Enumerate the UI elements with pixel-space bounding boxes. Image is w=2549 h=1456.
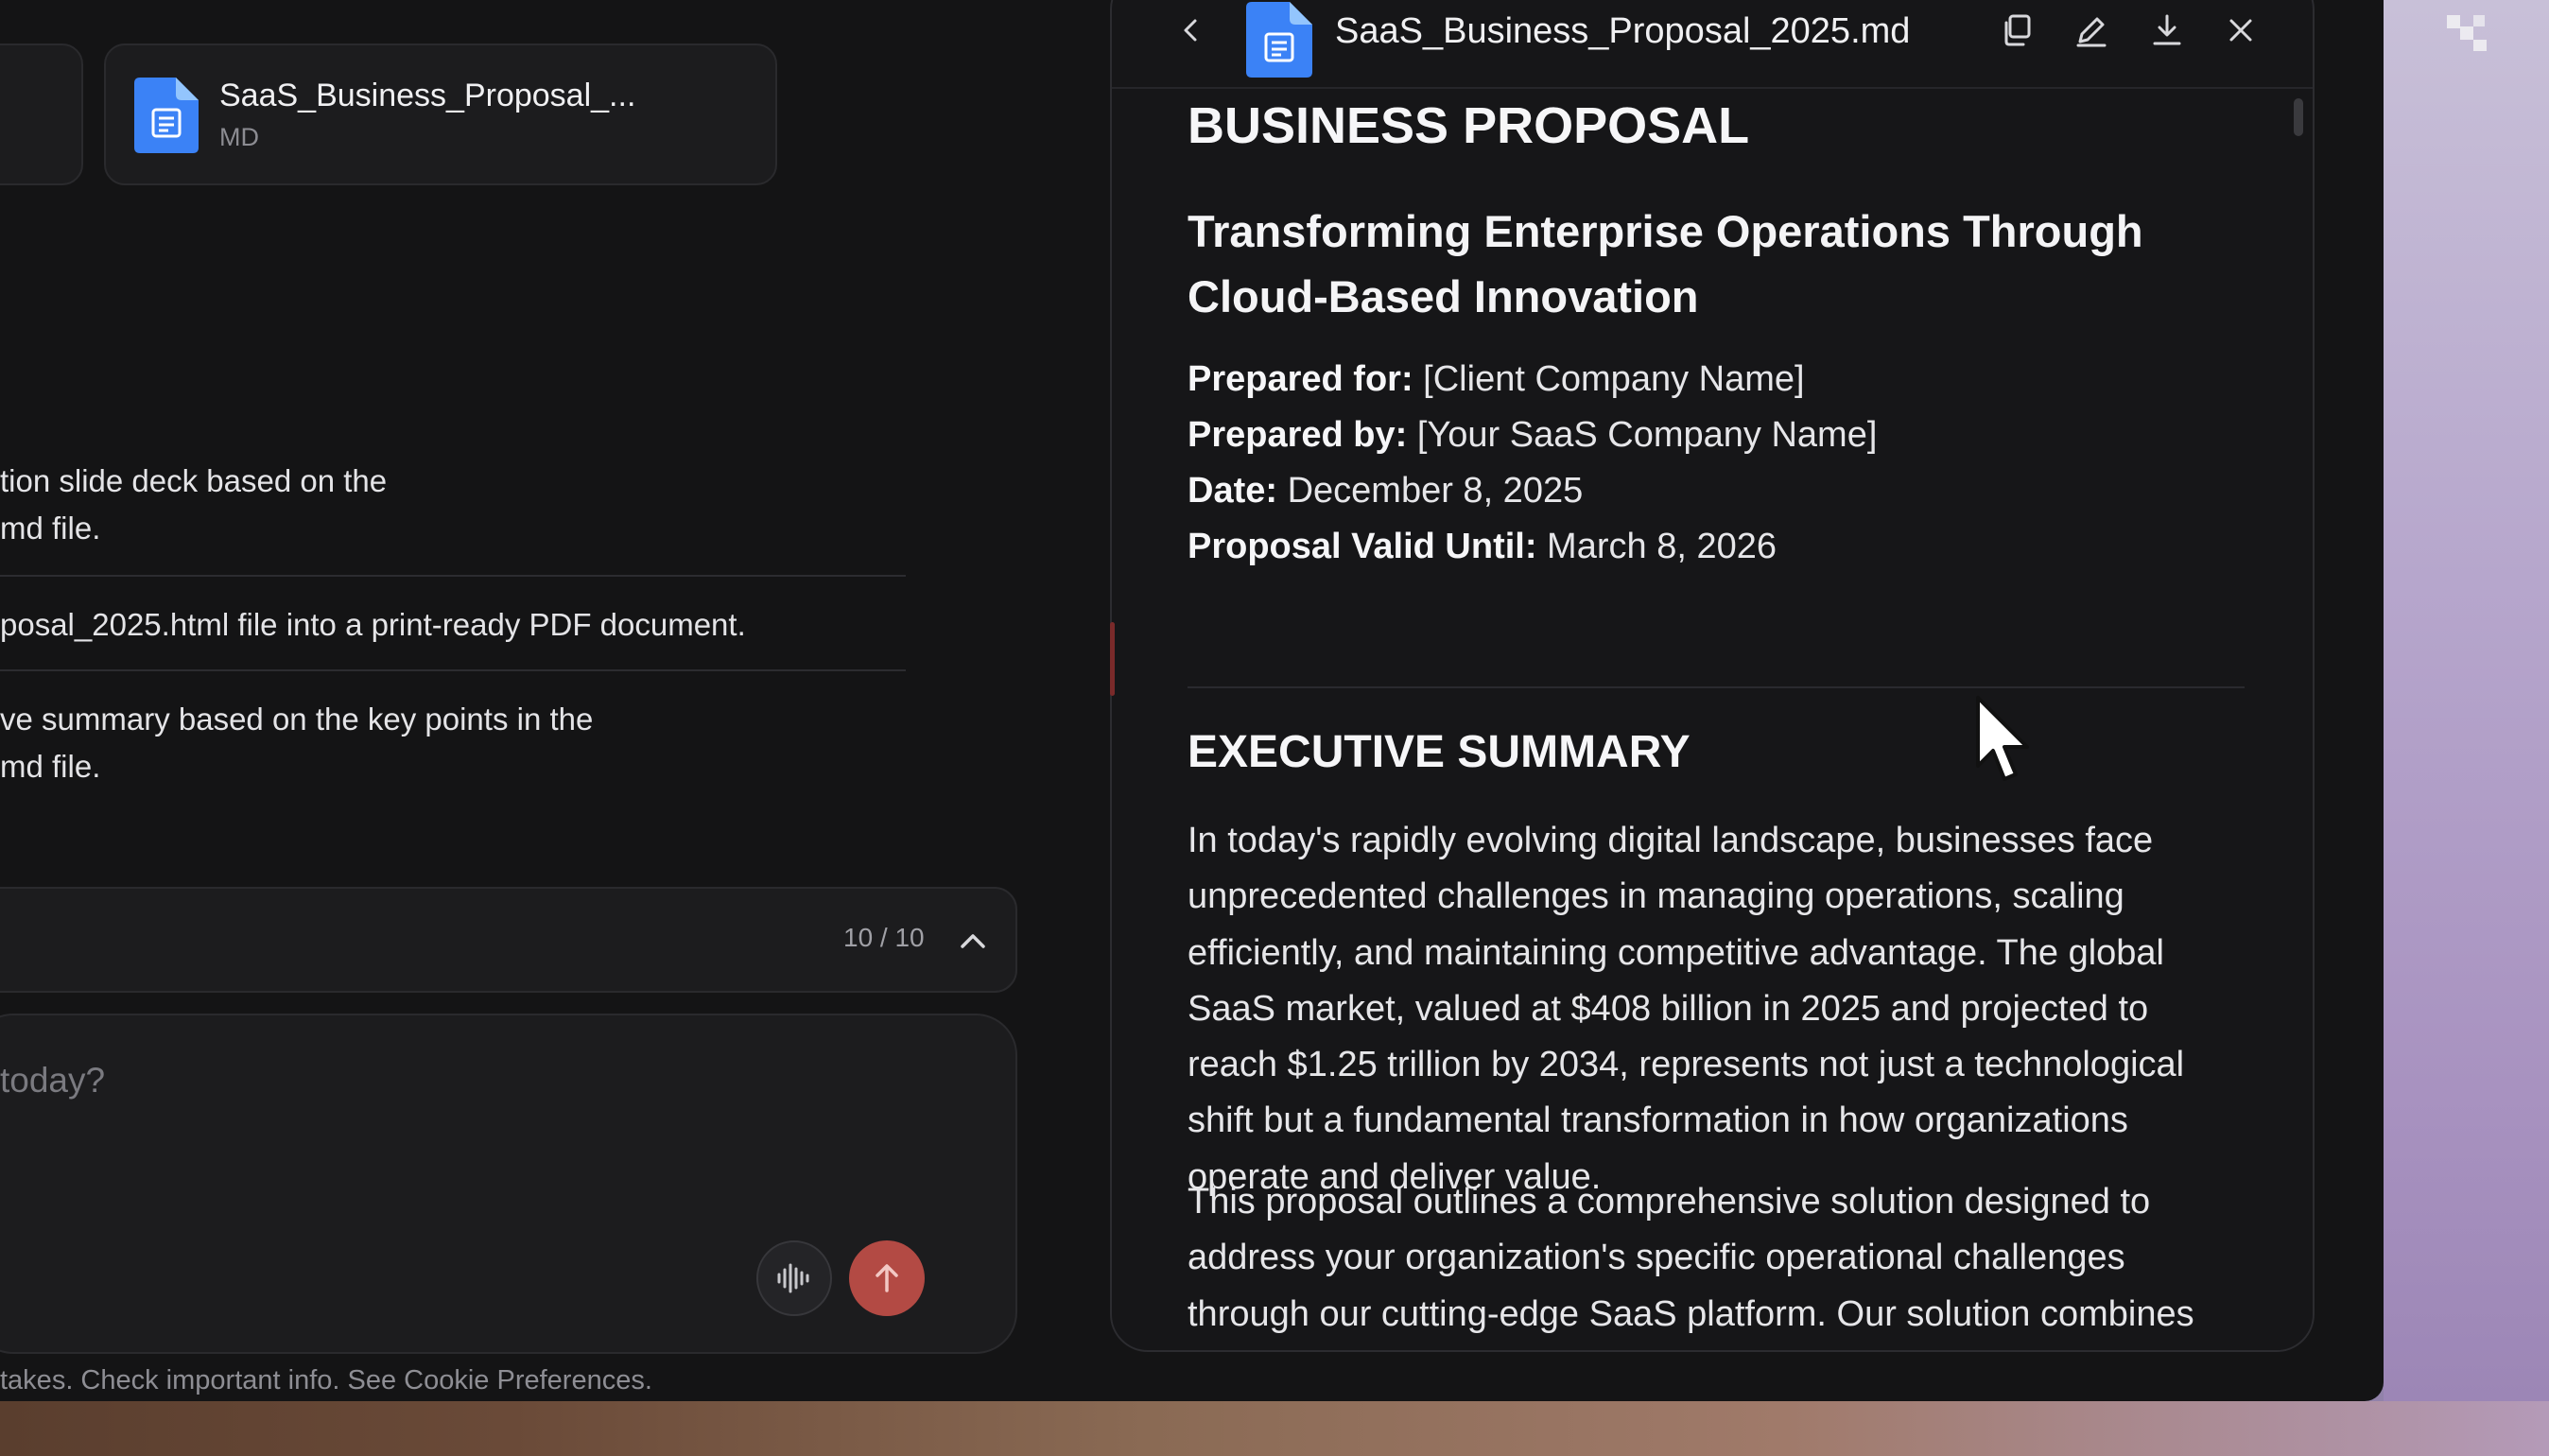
app-logo-icon [2447, 15, 2487, 51]
suggestions-counter-bar[interactable]: 10 / 10 [0, 887, 1017, 993]
section-divider [1188, 686, 2245, 688]
divider [0, 575, 906, 577]
dock-area [0, 1401, 2549, 1456]
document-icon [134, 78, 199, 153]
chevron-left-icon[interactable] [1174, 13, 1208, 47]
document-title: BUSINESS PROPOSAL [1188, 97, 1750, 154]
paragraph: In today's rapidly evolving digital land… [1188, 821, 2185, 1197]
attachment-name: SaaS_Business_Proposal_... [219, 78, 636, 113]
suggestion-item[interactable]: ve summary based on the key points in th… [0, 696, 593, 790]
mouse-cursor-icon [1976, 696, 2029, 781]
download-icon[interactable] [2148, 11, 2186, 49]
panel-header: SaaS_Business_Proposal_2025.md [1112, 2, 2313, 89]
copy-icon[interactable] [1999, 11, 2037, 49]
document-subtitle: Transforming Enterprise Operations Throu… [1188, 206, 2143, 321]
meta-date: Date: December 8, 2025 [1188, 471, 1583, 511]
voice-button[interactable] [756, 1240, 832, 1316]
attachment-card[interactable]: SaaS_Business_Proposal_... MD [104, 43, 777, 185]
pencil-icon[interactable] [2072, 11, 2110, 49]
send-button[interactable] [849, 1240, 925, 1316]
meta-label: Prepared for: [1188, 359, 1413, 399]
meta-label: Proposal Valid Until: [1188, 527, 1537, 566]
attachment-card-partial[interactable] [0, 43, 83, 185]
meta-value: [Client Company Name] [1413, 359, 1805, 399]
attachment-type: MD [219, 123, 259, 151]
meta-valid-until: Proposal Valid Until: March 8, 2026 [1188, 527, 1777, 567]
meta-label: Date: [1188, 471, 1278, 511]
close-icon[interactable] [2222, 11, 2260, 49]
suggestion-counter: 10 / 10 [843, 923, 925, 952]
meta-prepared-by: Prepared by: [Your SaaS Company Name] [1188, 415, 1877, 456]
meta-prepared-for: Prepared for: [Client Company Name] [1188, 359, 1805, 400]
suggestion-line: tion slide deck based on the [0, 463, 388, 498]
suggestion-item[interactable]: posal_2025.html file into a print-ready … [0, 601, 746, 649]
panel-title: SaaS_Business_Proposal_2025.md [1335, 11, 1911, 51]
resize-handle[interactable] [1110, 622, 1115, 696]
chat-input-box[interactable]: today? [0, 1014, 1017, 1354]
meta-label: Prepared by: [1188, 415, 1408, 455]
scrollbar[interactable] [2294, 98, 2303, 136]
suggestion-item[interactable]: tion slide deck based on the md file. [0, 458, 387, 552]
meta-value: March 8, 2026 [1536, 527, 1777, 566]
divider [0, 669, 906, 671]
suggestion-line: ve summary based on the key points in th… [0, 702, 594, 737]
chat-input-placeholder: today? [0, 1061, 106, 1100]
document-preview-panel: SaaS_Business_Proposal_2025.md BUSINESS … [1110, 0, 2315, 1352]
chevron-up-icon[interactable] [957, 925, 989, 957]
section-heading: EXECUTIVE SUMMARY [1188, 727, 1691, 777]
document-body[interactable]: BUSINESS PROPOSAL Transforming Enterpris… [1112, 91, 2313, 1350]
meta-value: [Your SaaS Company Name] [1407, 415, 1878, 455]
waveform-icon [777, 1263, 809, 1293]
suggestion-line: posal_2025.html file into a print-ready … [0, 607, 746, 642]
suggestion-line: md file. [0, 511, 101, 546]
meta-value: December 8, 2025 [1277, 471, 1584, 511]
disclaimer-text: takes. Check important info. See Cookie … [0, 1365, 652, 1395]
document-icon [1246, 2, 1312, 78]
arrow-up-icon [876, 1264, 898, 1292]
suggestion-line: md file. [0, 749, 101, 784]
paragraph: This proposal outlines a comprehensive s… [1188, 1182, 2194, 1350]
desktop-wallpaper [2384, 0, 2549, 1456]
